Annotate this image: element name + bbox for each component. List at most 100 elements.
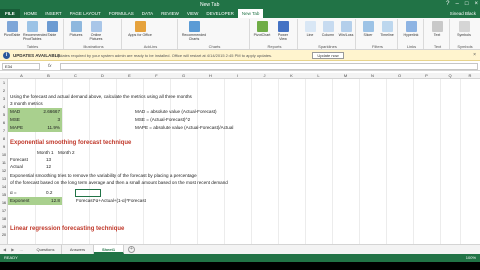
winloss-sparkline-button[interactable]: Win/Loss xyxy=(337,21,355,37)
selected-cell[interactable] xyxy=(75,189,101,197)
tab-view[interactable]: VIEW xyxy=(183,9,203,18)
table-button[interactable]: Table xyxy=(43,21,61,37)
tab-insert[interactable]: INSERT xyxy=(41,9,65,18)
power-view-button[interactable]: Power View xyxy=(274,21,292,41)
mape-label-cell[interactable]: MAPE xyxy=(8,124,35,132)
slicer-button[interactable]: Slicer xyxy=(359,21,377,37)
month2-header[interactable]: Month 2 xyxy=(58,149,75,157)
maximize-icon[interactable]: □ xyxy=(465,1,469,7)
sheet-tab-questions[interactable]: Questions xyxy=(30,245,62,254)
minimize-icon[interactable]: – xyxy=(456,1,459,7)
tab-review[interactable]: REVIEW xyxy=(157,9,183,18)
exponent-label-cell[interactable]: Exponent xyxy=(8,197,35,205)
sheet-tab-sheet1[interactable]: Sheet1 xyxy=(94,245,124,254)
linear-regression-heading[interactable]: Linear regression forecasting technique xyxy=(10,225,124,233)
row-number[interactable]: 1 xyxy=(0,79,8,87)
row-number[interactable]: 9 xyxy=(0,143,8,151)
sheet-tab-bar: ◀ ▶ … Questions Answers Sheet1 + xyxy=(0,244,480,254)
hyperlink-button[interactable]: Hyperlink xyxy=(402,21,420,37)
group-filters: Slicer Timeline Filters xyxy=(358,19,398,49)
fx-icon[interactable]: fx xyxy=(48,63,52,68)
row-number[interactable]: 17 xyxy=(0,207,8,215)
pivotchart-button[interactable]: PivotChart xyxy=(253,21,271,37)
exponent-formula-text[interactable]: Forecast*α+Actual+(1-α)*Forecast xyxy=(76,197,146,205)
help-icon[interactable]: ? xyxy=(446,1,449,7)
row-number[interactable]: 18 xyxy=(0,215,8,223)
add-sheet-icon[interactable]: + xyxy=(128,246,135,253)
line-sparkline-button[interactable]: Line xyxy=(301,21,319,37)
pictures-button[interactable]: Pictures xyxy=(67,21,85,37)
tab-page-layout[interactable]: PAGE LAYOUT xyxy=(66,9,105,18)
row-number[interactable]: 13 xyxy=(0,175,8,183)
column-sparkline-button[interactable]: Column xyxy=(319,21,337,37)
row-number[interactable]: 20 xyxy=(0,231,8,239)
recommended-charts-button[interactable]: Recommended Charts xyxy=(181,21,207,41)
sheet-nav-arrows-icon[interactable]: ◀ ▶ … xyxy=(3,247,25,252)
name-box[interactable]: E34 xyxy=(2,63,40,70)
text-button[interactable]: Text xyxy=(428,21,446,37)
group-tables: PivotTable Recommended PivotTables Table… xyxy=(2,19,64,49)
formula-input[interactable] xyxy=(60,63,478,70)
close-icon[interactable]: × xyxy=(474,1,478,7)
actual-value[interactable]: 12 xyxy=(46,163,51,171)
zoom-level[interactable]: 100% xyxy=(466,254,476,262)
tab-file[interactable]: FILE xyxy=(0,9,20,18)
row-number[interactable]: 6 xyxy=(0,119,8,127)
row-number[interactable]: 14 xyxy=(0,183,8,191)
actual-label[interactable]: Actual xyxy=(10,163,23,171)
mape-formula-text[interactable]: MAPE = absolute value (Actual-Forecast)/… xyxy=(135,124,233,132)
tab-data[interactable]: DATA xyxy=(138,9,157,18)
metrics-subtitle[interactable]: 3 month metrics xyxy=(10,100,43,108)
window-controls: ? – □ × xyxy=(446,1,478,7)
row-number[interactable]: 3 xyxy=(0,95,8,103)
tab-formulas[interactable]: FORMULAS xyxy=(105,9,138,18)
info-icon: i xyxy=(3,52,10,59)
alpha-value[interactable]: 0.2 xyxy=(46,189,52,197)
row-number[interactable]: 8 xyxy=(0,135,8,143)
row-number[interactable]: 5 xyxy=(0,111,8,119)
symbols-button[interactable]: Symbols xyxy=(455,21,473,37)
mad-label-cell[interactable]: MAD xyxy=(8,108,35,116)
row-number[interactable]: 16 xyxy=(0,199,8,207)
update-now-button[interactable]: Update now xyxy=(312,52,344,59)
row-number[interactable]: 12 xyxy=(0,167,8,175)
update-message: Updates required by your system admin ar… xyxy=(55,53,273,58)
tab-new-tab[interactable]: New Tab xyxy=(237,9,264,18)
mse-value-cell[interactable]: 3 xyxy=(35,116,62,124)
ribbon: PivotTable Recommended PivotTables Table… xyxy=(0,18,480,50)
exponential-smoothing-heading[interactable]: Exponential smoothing forecast technique xyxy=(10,139,131,147)
apps-for-office-button[interactable]: Apps for Office xyxy=(125,21,155,37)
status-ready: READY xyxy=(4,255,18,260)
tab-developer[interactable]: DEVELOPER xyxy=(202,9,238,18)
timeline-button[interactable]: Timeline xyxy=(378,21,396,37)
row-number[interactable]: 10 xyxy=(0,151,8,159)
exponent-value-cell[interactable]: 12.8 xyxy=(35,197,62,205)
mse-label-cell[interactable]: MSE xyxy=(8,116,35,124)
user-name[interactable]: Sinead Black xyxy=(450,9,476,18)
row-number[interactable]: 15 xyxy=(0,191,8,199)
mad-formula-text[interactable]: MAD = absolute value (Actual-Forecast) xyxy=(135,108,217,116)
pivottable-button[interactable]: PivotTable xyxy=(3,21,21,37)
row-number[interactable]: 19 xyxy=(0,223,8,231)
row-number[interactable]: 2 xyxy=(0,87,8,95)
group-links: Hyperlink Links xyxy=(400,19,424,49)
row-number[interactable]: 4 xyxy=(0,103,8,111)
group-reports: PivotChart Power View Reports xyxy=(252,19,298,49)
tab-home[interactable]: HOME xyxy=(20,9,42,18)
row-number[interactable]: 11 xyxy=(0,159,8,167)
sheet-tab-answers[interactable]: Answers xyxy=(62,245,94,254)
mape-value-cell[interactable]: 11.9% xyxy=(35,124,62,132)
description-line-2[interactable]: of the forecast based on the long term a… xyxy=(10,179,228,187)
mse-formula-text[interactable]: MSE = (Actual-Forecast)^2 xyxy=(135,116,190,124)
close-icon[interactable]: × xyxy=(473,52,476,58)
recommended-pivottables-button[interactable]: Recommended PivotTables xyxy=(23,21,47,41)
row-number[interactable]: 7 xyxy=(0,127,8,135)
group-sparklines: Line Column Win/Loss Sparklines xyxy=(300,19,356,49)
group-charts: Recommended Charts Charts xyxy=(180,19,250,49)
worksheet-grid[interactable]: 1 2 3 4 5 6 7 8 9 10 11 12 13 14 15 16 1… xyxy=(0,79,480,244)
group-addins: Apps for Office Add-ins xyxy=(124,19,178,49)
online-pictures-button[interactable]: Online Pictures xyxy=(87,21,105,41)
group-symbols: Symbols Symbols xyxy=(452,19,478,49)
alpha-label[interactable]: α = xyxy=(10,189,17,197)
mad-value-cell[interactable]: 2.66667 xyxy=(35,108,62,116)
